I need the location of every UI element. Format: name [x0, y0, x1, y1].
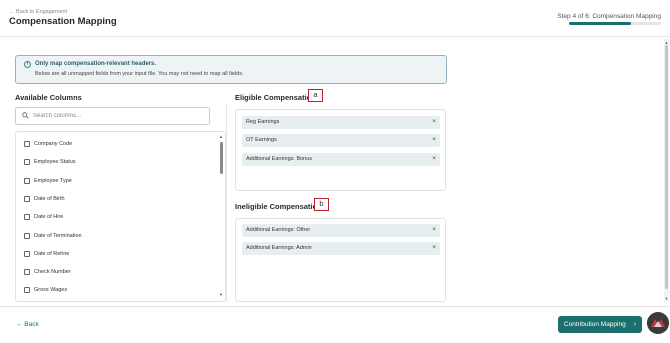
column-item[interactable]: Company Code [24, 138, 72, 150]
column-item[interactable]: Check Number [24, 266, 71, 278]
column-label: Company Code [34, 141, 73, 147]
available-columns-list: ▲ ▼ Company Code Employee Status Employee … [15, 131, 226, 302]
next-button-label: Contribution Mapping [563, 321, 626, 328]
columns-list-scrollbar-thumb[interactable] [220, 142, 223, 174]
info-banner-title: Only map compensation-relevant headers. [35, 61, 157, 67]
step-progress-fill [569, 22, 631, 25]
column-checkbox[interactable] [24, 159, 30, 166]
column-item[interactable]: Employee Status [24, 156, 76, 168]
compensation-chip[interactable]: Additional Earnings: Other × [242, 224, 440, 237]
column-item[interactable]: Employee Type [24, 175, 72, 187]
info-icon: i [24, 61, 31, 68]
scroll-up-arrow-icon[interactable]: ▲ [664, 40, 669, 45]
columns-list-scrollbar[interactable]: ▲ ▼ [219, 134, 224, 299]
column-checkbox[interactable] [24, 250, 30, 257]
step-progress-bar [569, 22, 661, 25]
eligible-compensation-title: Eligible Compensation [235, 93, 316, 102]
compensation-chip[interactable]: OT Earnings × [242, 134, 440, 148]
column-label: Date of Rehire [34, 250, 70, 257]
chevron-right-icon: › [633, 321, 637, 328]
page-header: ← Back to Engagement Compensation Mappin… [0, 0, 670, 37]
column-item[interactable]: Date of Rehire [24, 248, 69, 260]
column-checkbox[interactable] [24, 177, 30, 184]
page-scrollbar-thumb[interactable] [665, 45, 668, 289]
column-divider [226, 104, 227, 302]
page-footer: ← Back Contribution Mapping › [0, 306, 670, 343]
contribution-mapping-button[interactable]: Contribution Mapping › [558, 316, 642, 333]
column-item[interactable]: Date of Termination [24, 230, 82, 242]
column-label: Date of Termination [34, 232, 82, 239]
column-label: Check Number [34, 269, 71, 276]
remove-chip-icon[interactable]: × [432, 226, 436, 233]
search-box[interactable] [15, 107, 210, 125]
column-checkbox[interactable] [24, 195, 30, 202]
search-icon [22, 112, 29, 119]
column-checkbox[interactable] [24, 269, 30, 276]
column-item[interactable]: Date of Birth [24, 193, 65, 205]
brand-logo-icon [647, 312, 669, 334]
column-item[interactable]: Gross Wages [24, 284, 67, 296]
step-indicator-text: Step 4 of 6: Compensation Mapping [557, 13, 661, 20]
chip-label: Additional Earnings: Bonus [246, 155, 313, 162]
remove-chip-icon[interactable]: × [432, 118, 436, 125]
column-label: Gross Wages [34, 287, 68, 294]
back-button[interactable]: ← Back [16, 321, 39, 328]
chip-label: Additional Earnings: Admin [246, 245, 312, 252]
column-label: Employee Status [34, 159, 76, 166]
info-banner: i Only map compensation-relevant headers… [15, 55, 447, 84]
chip-label: OT Earnings [246, 137, 277, 144]
scroll-down-arrow-icon[interactable]: ▼ [664, 296, 669, 301]
search-columns-input[interactable] [33, 110, 203, 122]
compensation-chip[interactable]: Additional Earnings: Bonus × [242, 152, 440, 166]
ineligible-compensation-dropzone[interactable]: Additional Earnings: Other × Additional Ea… [235, 218, 446, 302]
chip-label: Reg Earnings [246, 119, 280, 125]
column-item[interactable]: Date of Hire [24, 211, 63, 223]
compensation-chip[interactable]: Additional Earnings: Admin × [242, 242, 440, 256]
list-scroll-down-icon[interactable]: ▼ [219, 292, 223, 297]
column-label: Date of Birth [34, 195, 65, 202]
eligible-compensation-dropzone[interactable]: Reg Earnings × OT Earnings × Additional Earn… [235, 109, 446, 191]
remove-chip-icon[interactable]: × [432, 136, 436, 143]
info-banner-text: Below are all unmapped fields from your … [35, 71, 244, 77]
page-title: Compensation Mapping [9, 16, 117, 27]
back-to-engagement-link[interactable]: ← Back to Engagement [9, 9, 67, 15]
compensation-chip[interactable]: Reg Earnings × [242, 116, 440, 129]
column-checkbox[interactable] [24, 287, 30, 294]
column-checkbox[interactable] [24, 141, 30, 147]
column-checkbox[interactable] [24, 232, 30, 239]
avatar[interactable] [647, 312, 669, 334]
chip-label: Additional Earnings: Other [246, 227, 311, 233]
list-scroll-up-icon[interactable]: ▲ [219, 134, 223, 139]
callout-a: a [308, 89, 323, 102]
page-scrollbar[interactable] [664, 39, 669, 302]
remove-chip-icon[interactable]: × [432, 155, 436, 162]
remove-chip-icon[interactable]: × [432, 244, 436, 251]
column-checkbox[interactable] [24, 214, 30, 221]
column-label: Employee Type [34, 177, 72, 184]
ineligible-compensation-title: Ineligible Compensation [235, 202, 322, 211]
available-columns-title: Available Columns [15, 93, 82, 102]
callout-b: b [314, 198, 329, 211]
column-label: Date of Hire [34, 214, 64, 221]
